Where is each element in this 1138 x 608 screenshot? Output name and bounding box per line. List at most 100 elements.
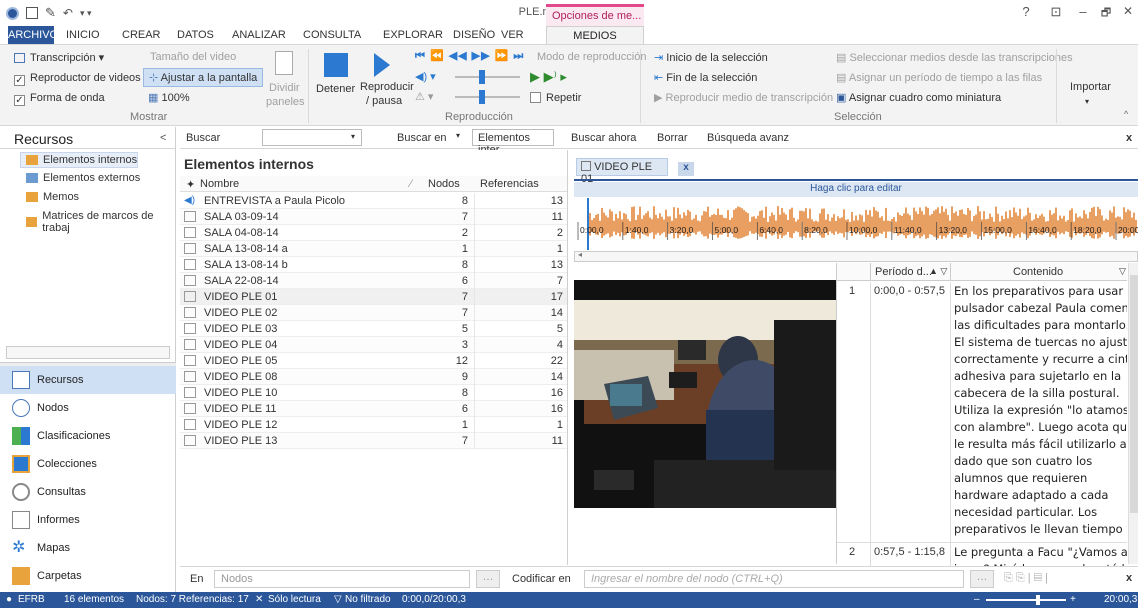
tab-video-ple-01[interactable]: VIDEO PLE 01 [576, 158, 668, 185]
list-item[interactable]: SALA 13-08-14 a 1 1 [180, 241, 567, 257]
tab-datos[interactable]: DATOS [177, 26, 214, 44]
list-item[interactable]: SALA 22-08-14 6 7 [180, 273, 567, 289]
tab-analizar[interactable]: ANALIZAR [232, 26, 286, 44]
playback-mode-buttons[interactable]: ▶ ▶⁾ ▸ [530, 69, 567, 85]
assign-time-button[interactable]: ▤ Asignar un período de tiempo a las fil… [836, 71, 1042, 84]
tab-consulta[interactable]: CONSULTA [303, 26, 361, 44]
period-filter-icon[interactable]: ▲ ▽ [929, 266, 947, 277]
select-media-button[interactable]: ▤ Seleccionar medios desde las transcrip… [836, 51, 1073, 64]
nav-nodos[interactable]: Nodos [0, 394, 176, 422]
col-period[interactable]: Período d... [875, 266, 932, 278]
nav-clasificaciones[interactable]: Clasificaciones [0, 422, 176, 450]
list-item[interactable]: VIDEO PLE 10 8 16 [180, 385, 567, 401]
minimize-button[interactable]: – [1072, 4, 1094, 22]
nav-recursos[interactable]: Recursos [0, 366, 176, 394]
nav-carpetas[interactable]: Carpetas [0, 562, 176, 590]
find-in-value[interactable]: Elementos inter [472, 129, 554, 156]
col-nodes[interactable]: Nodos [428, 178, 460, 190]
close-tab-button[interactable]: x [678, 162, 694, 176]
edit-hint[interactable]: Haga clic para editar [574, 182, 1138, 197]
transcription-dropdown[interactable]: Transcripción ▾ [14, 51, 104, 64]
split-panels-button[interactable]: Dividir [269, 82, 300, 94]
waveform-checkbox[interactable]: ✓ Forma de onda [14, 92, 105, 106]
collapse-ribbon-icon[interactable]: ^ [1124, 109, 1128, 119]
list-item[interactable]: VIDEO PLE 12 1 1 [180, 417, 567, 433]
find-input[interactable]: ▾ [262, 129, 362, 146]
nav-colecciones[interactable]: Colecciones [0, 450, 176, 478]
zoom-slider[interactable] [986, 595, 1066, 605]
list-item[interactable]: SALA 04-08-14 2 2 [180, 225, 567, 241]
tab-inicio[interactable]: INICIO [66, 26, 100, 44]
zoom-100-button[interactable]: ▦ 100% [148, 91, 190, 104]
content-filter-icon[interactable]: ▽ [1119, 266, 1126, 277]
stop-button[interactable]: Detener [316, 83, 355, 95]
tab-explorar[interactable]: EXPLORAR [383, 26, 443, 44]
waveform[interactable]: 0:00,0 1:40,0 3:20,0 5:00,0 6:40,0 8:20,0 10:0… [574, 198, 1138, 250]
volume-slider[interactable] [455, 70, 520, 84]
selection-start-button[interactable]: ⇥ Inicio de la selección [654, 51, 768, 64]
play-pause-button[interactable]: Reproducir [360, 81, 414, 93]
transport-controls[interactable]: ⏮ ⏪ ◀◀ ▶▶ ⏩ ⏭ [415, 49, 524, 63]
list-item[interactable]: VIDEO PLE 04 3 4 [180, 337, 567, 353]
nodes-dropdown[interactable]: Nodos [214, 570, 470, 588]
selection-end-button[interactable]: ⇤ Fin de la selección [654, 71, 757, 84]
tab-crear[interactable]: CREAR [122, 26, 161, 44]
close-button[interactable]: ✕ [1117, 4, 1138, 22]
transcript-scrollbar[interactable] [1128, 263, 1138, 564]
video-player-checkbox[interactable]: ✓ Reproductor de videos [14, 72, 141, 86]
transcript-row[interactable]: 1 0:00,0 - 0:57,5 En los preparativos para… [837, 282, 1127, 543]
node-name-input[interactable]: Ingresar el nombre del nodo (CTRL+Q) [584, 570, 964, 588]
ribbon-display-button[interactable]: ⊡ [1045, 4, 1067, 22]
speed-slider[interactable] [455, 90, 520, 104]
import-button[interactable]: Importar [1070, 81, 1111, 93]
video-frame[interactable] [574, 280, 836, 508]
col-references[interactable]: Referencias [480, 178, 539, 190]
clear-button[interactable]: Borrar [657, 132, 688, 144]
waveform-scrollbar[interactable]: ◂ [574, 250, 1138, 262]
list-item[interactable]: ◀) ENTREVISTA a Paula Picolo 8 13 [180, 193, 567, 209]
nav-mapas[interactable]: ✲ Mapas [0, 534, 176, 562]
tree-item-matrices[interactable]: Matrices de marcos de trabaj [26, 210, 175, 234]
repeat-checkbox[interactable]: Repetir [530, 92, 581, 104]
tree-item-externals[interactable]: Elementos externos [26, 172, 140, 184]
coding-action-icons[interactable]: ⎘ ⎘ | ▤ | [1004, 572, 1048, 585]
list-item[interactable]: VIDEO PLE 08 9 14 [180, 369, 567, 385]
browse-node-button[interactable]: … [970, 570, 994, 588]
nav-informes[interactable]: Informes [0, 506, 176, 534]
list-item[interactable]: VIDEO PLE 11 6 16 [180, 401, 567, 417]
zoom-out-button[interactable]: – [974, 594, 980, 605]
list-item[interactable]: VIDEO PLE 13 7 11 [180, 433, 567, 449]
col-content[interactable]: Contenido [1013, 266, 1063, 278]
list-item[interactable]: VIDEO PLE 03 5 5 [180, 321, 567, 337]
list-item[interactable]: SALA 13-08-14 b 8 13 [180, 257, 567, 273]
thumbnail-button[interactable]: ▣ Asignar cuadro como miniatura [836, 91, 1001, 104]
speed-icon[interactable]: ⚠ ▾ [415, 90, 433, 103]
play-transcript-media-button[interactable]: ▶ Reproducir medio de transcripción [654, 91, 833, 104]
nav-consultas[interactable]: Consultas [0, 478, 176, 506]
browse-button[interactable]: … [476, 570, 500, 588]
close-coding-bar-button[interactable]: x [1126, 572, 1132, 584]
volume-icon[interactable]: ◀) ▾ [415, 70, 436, 83]
close-find-button[interactable]: x [1126, 132, 1132, 144]
list-item[interactable]: VIDEO PLE 02 7 14 [180, 305, 567, 321]
collapse-panel-button[interactable]: < [160, 132, 166, 144]
tree-item-internals[interactable]: Elementos internos [26, 154, 137, 166]
tab-archivo[interactable]: ARCHIVO [8, 26, 58, 44]
horizontal-scrollbar[interactable] [6, 346, 170, 359]
fit-to-screen-button[interactable]: ⊹ Ajustar a la pantalla [143, 68, 264, 87]
find-now-button[interactable]: Buscar ahora [571, 132, 636, 144]
list-item[interactable]: VIDEO PLE 01 7 17 [180, 289, 567, 305]
list-item[interactable]: SALA 03-09-14 7 11 [180, 209, 567, 225]
import-dropdown-icon[interactable]: ▾ [1085, 97, 1089, 106]
find-in-dropdown[interactable]: ▾ [456, 131, 460, 140]
tab-medios[interactable]: MEDIOS [546, 26, 644, 44]
zoom-in-button[interactable]: + [1070, 594, 1076, 605]
restore-button[interactable]: 🗗 [1095, 4, 1117, 22]
tab-diseno[interactable]: DISEÑO [453, 26, 495, 44]
tree-item-memos[interactable]: Memos [26, 191, 79, 203]
col-name[interactable]: Nombre [200, 178, 239, 190]
help-button[interactable]: ? [1015, 4, 1037, 22]
tab-ver[interactable]: VER [501, 26, 524, 44]
advanced-find-button[interactable]: Búsqueda avanz [707, 132, 789, 144]
list-item[interactable]: VIDEO PLE 05 12 22 [180, 353, 567, 369]
